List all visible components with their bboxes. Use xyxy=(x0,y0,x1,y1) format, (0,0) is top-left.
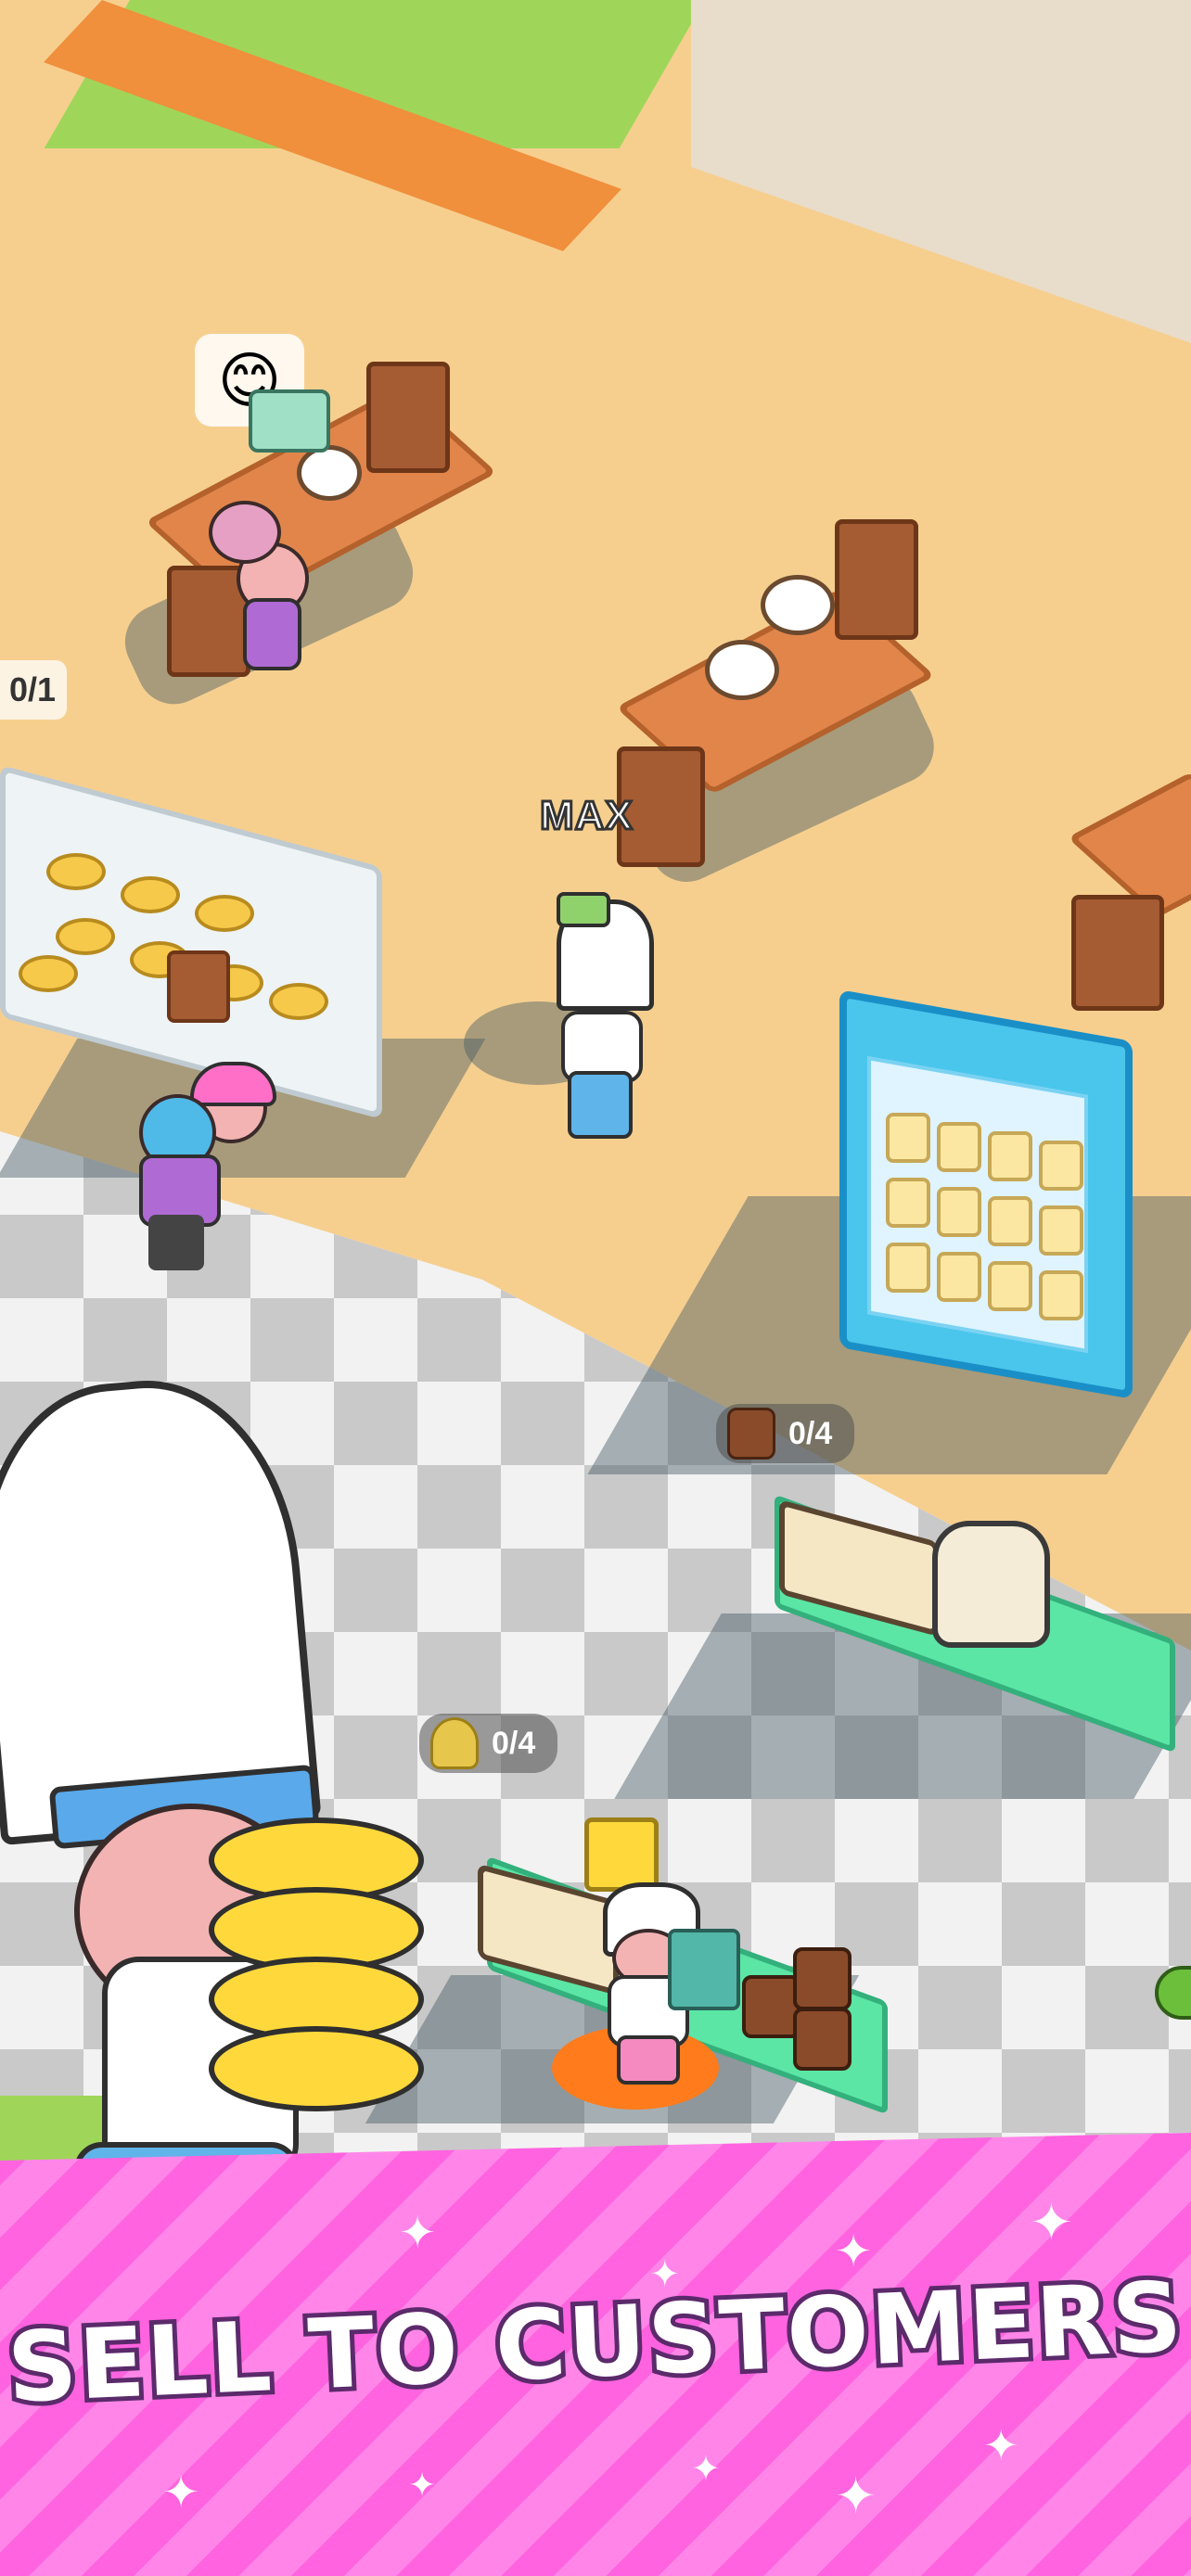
sparkle-icon: ✦ xyxy=(408,2467,437,2505)
food-item xyxy=(56,918,115,955)
muffin xyxy=(793,1947,852,2010)
burger-stack-icon xyxy=(209,1817,424,2114)
sparkle-icon: ✦ xyxy=(835,2225,873,2277)
bread-counter-text: 0/4 xyxy=(788,1415,833,1451)
cash-register-icon xyxy=(249,389,330,453)
bread-counter-badge: 0/4 xyxy=(716,1404,855,1463)
customer-body xyxy=(243,598,301,670)
beer-mug xyxy=(886,1178,930,1228)
sparkle-icon: ✦ xyxy=(162,2467,200,2519)
chair[interactable] xyxy=(366,362,450,473)
beer-mug xyxy=(937,1187,981,1237)
cook-legs xyxy=(617,2035,680,2085)
customer-head xyxy=(209,501,281,564)
chair-icon-bubble xyxy=(167,950,230,1023)
bread-icon xyxy=(727,1408,775,1460)
food-item xyxy=(19,955,78,992)
beer-mug xyxy=(1039,1141,1083,1191)
cheese-block xyxy=(584,1817,659,1892)
wheat-counter-badge: 0/4 xyxy=(419,1714,558,1773)
customer-legs xyxy=(148,1215,204,1270)
plate-stack xyxy=(705,640,779,700)
cash-register-icon xyxy=(668,1929,740,2010)
beer-mug xyxy=(886,1243,930,1293)
beer-mug xyxy=(886,1113,930,1163)
beer-mug xyxy=(1039,1270,1083,1320)
beer-mug xyxy=(988,1131,1032,1181)
food-item xyxy=(121,876,180,913)
chair[interactable] xyxy=(1071,895,1164,1011)
player-legs xyxy=(568,1071,633,1139)
beer-mug xyxy=(937,1252,981,1302)
food-item xyxy=(46,853,106,890)
sparkle-icon: ✦ xyxy=(399,2207,437,2259)
wheat-icon xyxy=(430,1717,479,1769)
rice-cooker[interactable] xyxy=(932,1521,1050,1648)
plate xyxy=(297,445,362,501)
beer-mug xyxy=(988,1196,1032,1246)
sparkle-icon: ✦ xyxy=(983,2420,1019,2470)
beer-mug xyxy=(988,1261,1032,1311)
muffin xyxy=(742,1975,800,2038)
sparkle-icon: ✦ xyxy=(835,2467,877,2525)
muffin xyxy=(793,2008,852,2071)
chair[interactable] xyxy=(835,519,918,640)
plate-stack xyxy=(761,575,835,635)
station-progress-text: 0/1 xyxy=(8,670,56,708)
food-item xyxy=(195,895,254,932)
sparkle-icon: ✦ xyxy=(1030,2193,1073,2253)
wheat-counter-text: 0/4 xyxy=(492,1725,536,1761)
station-progress-label: 0/1 xyxy=(0,660,67,720)
back-wall xyxy=(691,0,1191,343)
carried-food-icon xyxy=(557,892,610,927)
player-name-tag: MAX xyxy=(539,792,634,840)
beer-mug xyxy=(1039,1205,1083,1256)
sparkle-icon: ✦ xyxy=(691,2448,721,2489)
burger xyxy=(209,2026,424,2111)
beer-mug xyxy=(937,1122,981,1172)
food-item xyxy=(269,983,328,1020)
